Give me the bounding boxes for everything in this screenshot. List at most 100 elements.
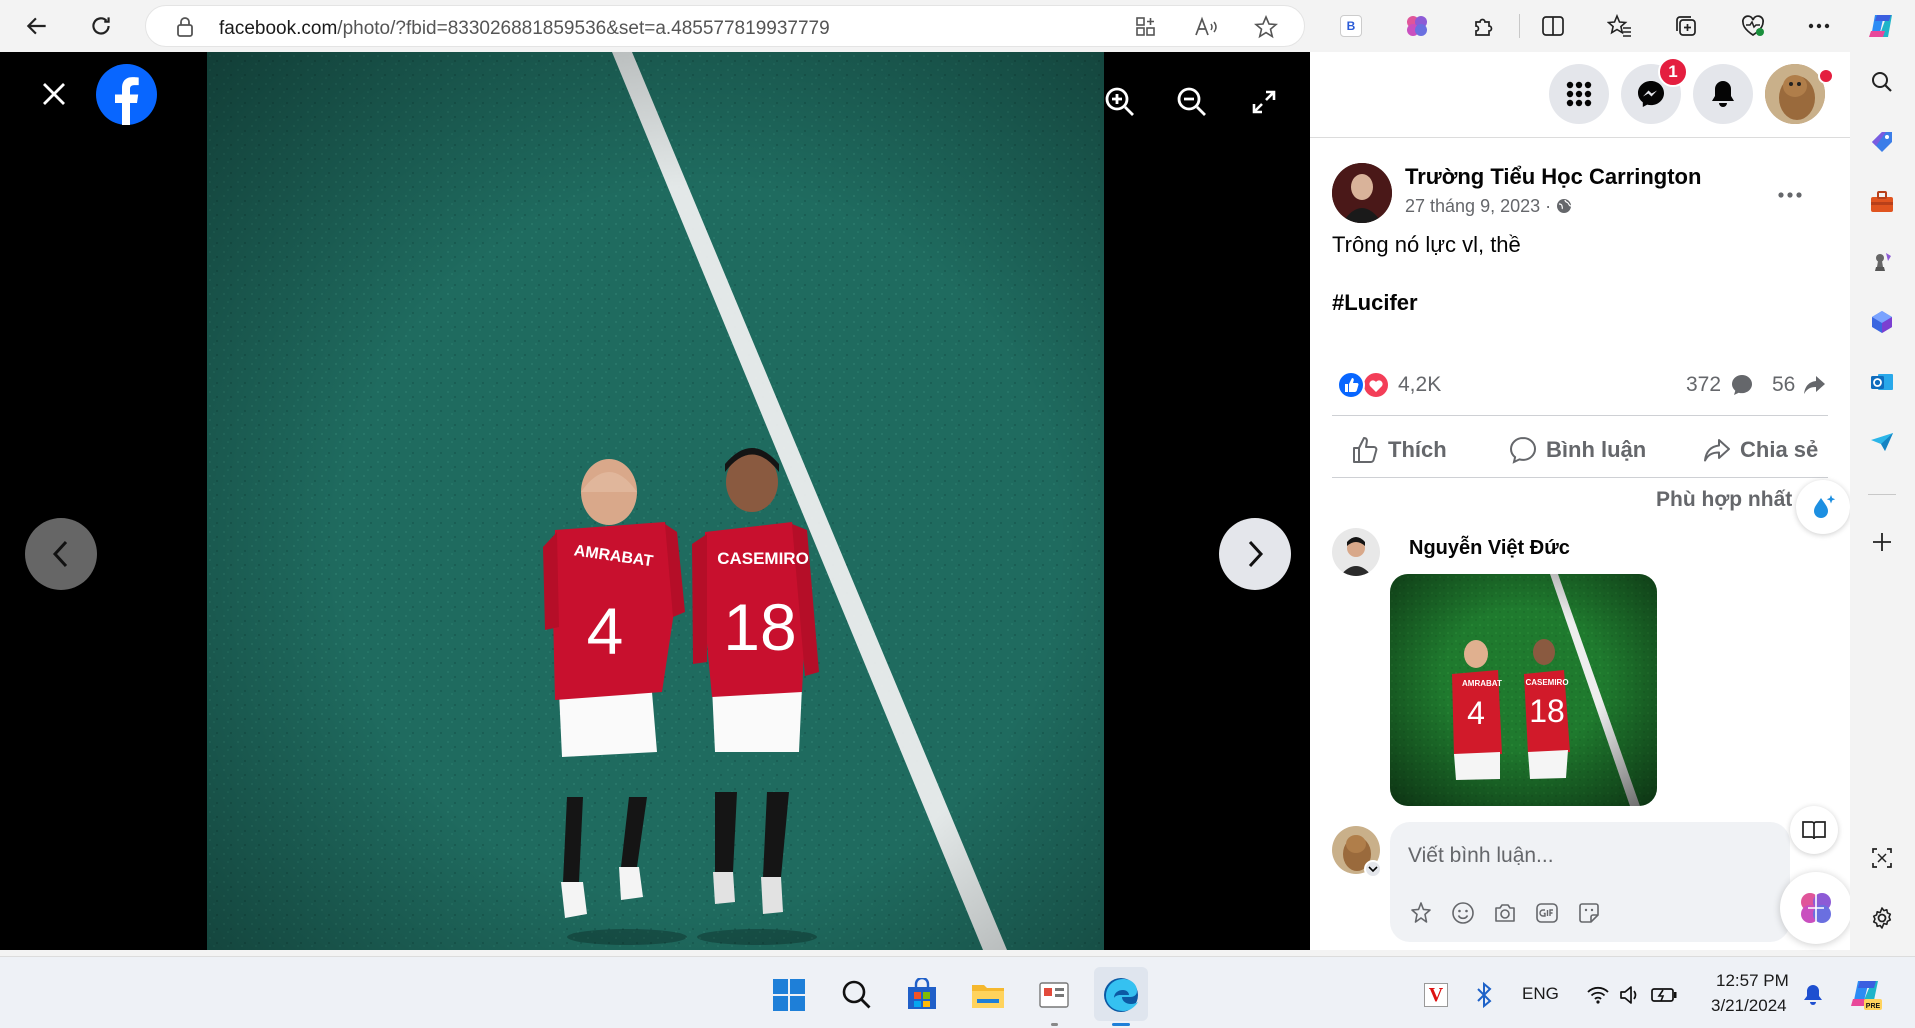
back-icon[interactable] [20,9,54,43]
favorite-star-icon[interactable] [1251,12,1281,42]
post-author-name[interactable]: Trường Tiểu Học Carrington [1405,164,1701,190]
notification-bell-icon[interactable] [1793,975,1833,1015]
comments-count[interactable]: 372 [1686,373,1721,397]
svg-text:PRE: PRE [1866,1003,1881,1010]
more-options-icon[interactable] [1802,9,1836,43]
actions-divider [1332,477,1828,478]
lock-icon[interactable] [170,12,200,42]
sticker-icon[interactable] [1576,900,1602,926]
brain-extension-icon[interactable] [1400,9,1434,43]
outlook-icon[interactable] [1866,366,1898,398]
screenshot-capture-icon[interactable] [1866,842,1898,874]
zoom-out-icon[interactable] [1174,84,1210,120]
windows-taskbar: V ENG 12:57 PM 3/21/2024 PRE [0,956,1915,1028]
post-date[interactable]: 27 tháng 9, 2023 · [1405,196,1572,217]
camera-icon[interactable] [1492,900,1518,926]
share-button[interactable]: Chia sẻ [1702,427,1818,473]
address-bar[interactable]: facebook.com/photo/?fbid=833026881859536… [145,5,1305,47]
settings-gear-icon[interactable] [1866,902,1898,934]
comment-input-placeholder: Viết bình luận... [1408,844,1554,867]
games-chess-icon[interactable] [1866,246,1898,278]
ai-assistant-button[interactable] [1780,872,1852,944]
microsoft-store-icon[interactable] [902,975,942,1015]
messenger-icon [1638,81,1664,107]
comment-icon [1509,436,1537,464]
notifications-button[interactable] [1693,64,1753,124]
comment-player-name-amrabat: AMRABAT [1462,679,1502,688]
collections-icon[interactable] [1669,9,1703,43]
account-switch-chevron-icon[interactable] [1364,860,1382,878]
language-indicator[interactable]: ENG [1522,984,1559,1004]
photo-viewer: AMRABAT 4 CASEMIRO 18 [0,52,1310,950]
reaction-icons[interactable] [1336,370,1392,400]
gif-icon[interactable] [1534,900,1560,926]
refresh-icon[interactable] [84,9,118,43]
comment-bubble-icon [1730,373,1754,397]
avatar-sticker-icon[interactable] [1408,900,1434,926]
chevron-right-icon [1248,540,1264,568]
file-explorer-icon[interactable] [968,975,1008,1015]
emoji-icon[interactable] [1450,900,1476,926]
post-options-icon[interactable] [1772,177,1808,213]
taskbar-search-icon[interactable] [837,975,877,1015]
tools-briefcase-icon[interactable] [1866,186,1898,218]
extensions-puzzle-icon[interactable] [1466,9,1500,43]
search-icon[interactable] [1866,66,1898,98]
like-thumb-icon [1353,437,1378,463]
shopping-tag-icon[interactable] [1866,126,1898,158]
vietkey-tray-icon[interactable]: V [1416,975,1456,1015]
comment-photo: AMRABAT 4 CASEMIRO 18 [1390,574,1657,806]
add-icon[interactable] [1866,526,1898,558]
app-view-icon[interactable] [1131,12,1161,42]
split-screen-icon[interactable] [1536,9,1570,43]
post-hashtag[interactable]: #Lucifer [1332,290,1418,316]
favorites-icon[interactable] [1603,9,1637,43]
clock-time[interactable]: 12:57 PM [1716,971,1789,991]
page-avatar[interactable] [1332,163,1392,223]
comment-input[interactable]: Viết bình luận... [1390,822,1790,942]
battery-icon[interactable] [1644,975,1684,1015]
profile-avatar[interactable] [1765,64,1825,124]
facebook-logo-icon[interactable] [96,64,157,125]
comment-player-name-casemiro: CASEMIRO [1525,678,1568,687]
share-icon [1704,439,1730,462]
comment-button[interactable]: Bình luận [1508,427,1646,473]
comment-sort-dropdown[interactable]: Phù hợp nhất [1656,488,1792,512]
comment-author-name[interactable]: Nguyễn Việt Đức [1409,537,1570,560]
player-number-casemiro: 18 [723,590,796,664]
bluetooth-icon[interactable] [1464,975,1504,1015]
snipping-tool-icon[interactable] [1034,975,1074,1015]
edge-sidebar [1850,52,1915,950]
post-text: Trông nó lực vl, thề [1332,232,1521,257]
close-icon[interactable] [36,76,72,112]
panel-header [1310,52,1850,138]
share-label: Chia sẻ [1740,437,1819,462]
previous-photo-button[interactable] [25,518,97,590]
send-plane-icon[interactable] [1866,426,1898,458]
next-photo-button[interactable] [1219,518,1291,590]
bing-extension-icon[interactable]: B [1334,9,1368,43]
browser-essentials-icon[interactable] [1736,9,1770,43]
like-button[interactable]: Thích [1350,427,1447,473]
read-aloud-icon[interactable] [1191,12,1221,42]
immersive-reader-button[interactable] [1790,806,1838,854]
windows-start-icon[interactable] [769,975,809,1015]
globe-icon [1557,199,1572,213]
like-label: Thích [1388,437,1447,462]
edge-browser-icon[interactable] [1101,975,1141,1015]
sparkle-drop-icon [1814,495,1836,518]
microsoft-365-icon[interactable] [1866,306,1898,338]
sparkle-assistant-button[interactable] [1796,480,1850,534]
copilot-icon[interactable] [1864,9,1898,43]
reactions-count[interactable]: 4,2K [1398,373,1441,397]
commenter-avatar[interactable] [1332,528,1380,576]
comment-image[interactable]: AMRABAT 4 CASEMIRO 18 [1390,574,1657,806]
stats-divider [1332,415,1828,416]
copilot-preview-icon[interactable]: PRE [1846,975,1886,1015]
clock-date[interactable]: 3/21/2024 [1711,996,1787,1016]
fullscreen-icon[interactable] [1246,84,1282,120]
shares-count[interactable]: 56 [1772,373,1795,397]
zoom-in-icon[interactable] [1102,84,1138,120]
url-text[interactable]: facebook.com/photo/?fbid=833026881859536… [219,18,830,40]
menu-button[interactable] [1549,64,1609,124]
